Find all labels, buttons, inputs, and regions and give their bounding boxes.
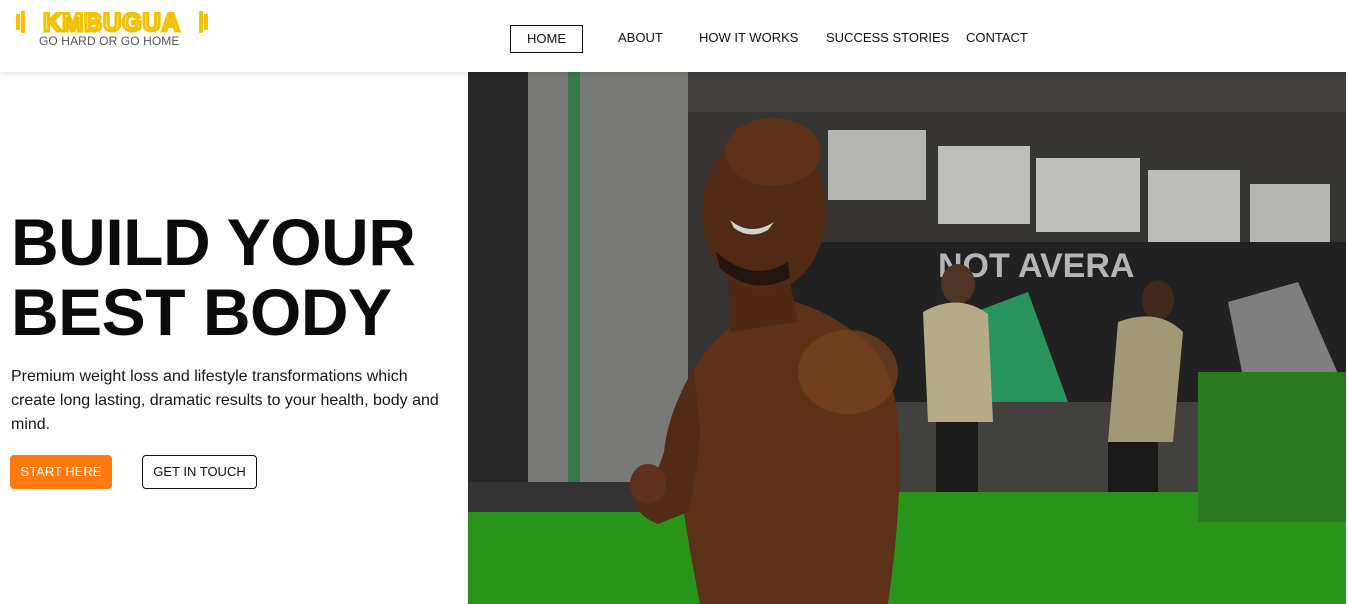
nav-contact[interactable]: CONTACT [966,25,1028,53]
nav-about[interactable]: ABOUT [618,25,663,53]
start-here-button[interactable]: START HERE [10,455,112,489]
logo-wordmark-icon: KMBUGUA [16,8,208,36]
nav-home[interactable]: HOME [510,25,583,53]
hero-photo-illustration: NOT AVERA [468,72,1346,604]
hero-title: BUILD YOUR BEST BODY [11,207,461,347]
hero-title-line-1: BUILD YOUR [11,205,416,279]
nav-success-stories[interactable]: SUCCESS STORIES [826,25,949,53]
site-header: KMBUGUA GO HARD OR GO HOME HOME ABOUT HO… [0,0,1348,72]
hero-subtitle: Premium weight loss and lifestyle transf… [11,368,439,433]
hero-title-line-2: BEST BODY [11,275,392,349]
nav-how-it-works[interactable]: HOW IT WORKS [699,25,798,53]
get-in-touch-button[interactable]: GET IN TOUCH [142,455,257,489]
svg-text:KMBUGUA: KMBUGUA [43,9,181,36]
hero-photo: NOT AVERA [468,72,1346,604]
brand-logo[interactable]: KMBUGUA GO HARD OR GO HOME [14,8,210,52]
brand-tagline: GO HARD OR GO HOME [39,34,180,48]
